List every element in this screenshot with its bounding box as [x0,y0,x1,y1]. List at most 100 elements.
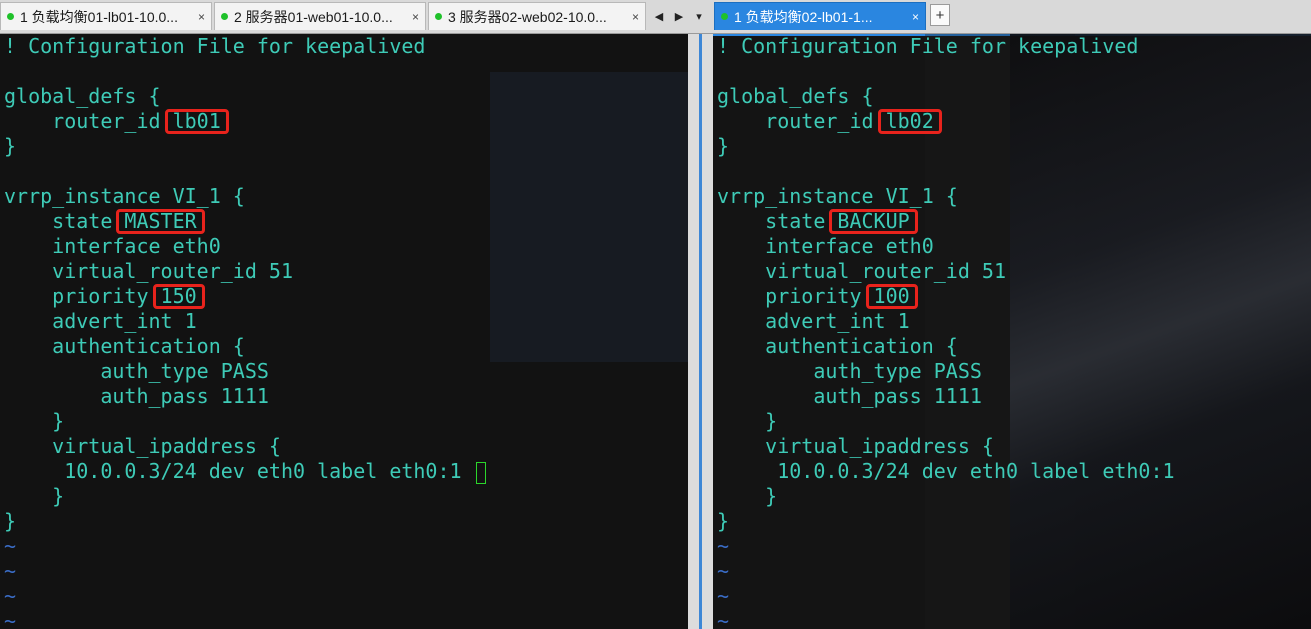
text-cursor [475,461,486,484]
line-text: virtual_ipaddress { [4,434,281,458]
line-text: } [4,134,17,158]
terminal-line: 10.0.0.3/24 dev eth0 label eth0:1 [4,459,486,484]
line-text: auth_type PASS [717,359,982,383]
status-dot [7,13,14,20]
line-text: state [4,209,125,233]
terminal-line: authentication { [717,334,1175,359]
line-text: vrrp_instance VI_1 { [4,184,245,208]
empty-line-marker: ~ [4,534,17,558]
line-text: } [717,134,730,158]
terminal-line: priority 150 [4,284,486,309]
line-text: global_defs { [717,84,874,108]
empty-line-marker: ~ [4,609,17,629]
line-text: } [4,484,65,508]
empty-line-marker: ~ [4,584,17,608]
terminal-line: auth_pass 1111 [4,384,486,409]
terminal-line: interface eth0 [717,234,1175,259]
terminal-line: ! Configuration File for keepalived [717,34,1175,59]
line-text: } [717,509,730,533]
terminal-line: virtual_router_id 51 [717,259,1175,284]
highlighted-state-value: MASTER [116,209,205,234]
line-text: virtual_router_id 51 [4,259,293,283]
status-dot [435,13,442,20]
line-text: interface eth0 [717,234,934,258]
terminal-line: global_defs { [717,84,1175,109]
empty-line-marker: ~ [717,609,730,629]
tab-bar: 1 负载均衡01-lb01-10.0... × 2 服务器01-web01-10… [0,0,1311,34]
next-tab-icon[interactable]: ▶ [670,4,688,28]
terminal-pane-right[interactable]: ! Configuration File for keepalived globa… [713,34,1311,629]
line-text: auth_type PASS [4,359,269,383]
close-icon[interactable]: × [406,10,419,24]
line-text: auth_pass 1111 [4,384,269,408]
terminal-line: } [717,134,1175,159]
line-text: state [717,209,838,233]
terminal-line: state BACKUP [717,209,1175,234]
line-text: interface eth0 [4,234,221,258]
terminal-line: } [4,484,486,509]
terminal-line: advert_int 1 [4,309,486,334]
close-icon[interactable]: × [626,10,639,24]
empty-line-marker: ~ [717,559,730,583]
terminal-line: state MASTER [4,209,486,234]
terminal-line: } [717,509,1175,534]
add-tab-icon[interactable]: + [930,4,950,26]
line-text: } [717,409,778,433]
terminal-line: 10.0.0.3/24 dev eth0 label eth0:1 [717,459,1175,484]
terminal-line: interface eth0 [4,234,486,259]
tab-lb01[interactable]: 1 负载均衡01-lb01-10.0... × [0,2,212,30]
line-text: 10.0.0.3/24 dev eth0 label eth0:1 [717,459,1175,483]
terminal-line: auth_type PASS [4,359,486,384]
terminal-line: priority 100 [717,284,1175,309]
line-text: 10.0.0.3/24 dev eth0 label eth0:1 [4,459,462,483]
status-dot [221,13,228,20]
line-text: advert_int 1 [4,309,197,333]
terminal-line: auth_pass 1111 [717,384,1175,409]
highlighted-state-value: BACKUP [829,209,918,234]
empty-line-marker: ~ [717,534,730,558]
close-icon[interactable]: × [192,10,205,24]
terminal-pane-left[interactable]: ! Configuration File for keepalived globa… [0,34,688,629]
tab-lb02[interactable]: 1 负载均衡02-lb01-1... × [714,2,926,30]
terminal-line: virtual_ipaddress { [717,434,1175,459]
tab-navigation: ◀ ▶ ▾ [650,4,708,28]
tab-label: 2 服务器01-web01-10.0... [234,8,393,25]
line-text: } [4,409,65,433]
empty-line-marker: ~ [4,559,17,583]
terminal-line: ~ [4,584,486,609]
terminal-line: vrrp_instance VI_1 { [717,184,1175,209]
terminal-line: auth_type PASS [717,359,1175,384]
line-text: virtual_ipaddress { [717,434,994,458]
line-text: priority [4,284,161,308]
line-text: virtual_router_id 51 [717,259,1006,283]
tab-web02[interactable]: 3 服务器02-web02-10.0... × [428,2,646,30]
highlighted-priority-value: 100 [865,284,918,309]
line-text: auth_pass 1111 [717,384,982,408]
terminal-line: ~ [4,609,486,629]
highlighted-router-id-value: lb01 [164,109,229,134]
tab-label: 1 负载均衡01-lb01-10.0... [20,8,178,25]
tab-menu-icon[interactable]: ▾ [690,4,708,28]
terminal-line: ~ [717,584,1175,609]
line-text: authentication { [4,334,245,358]
terminal-line: ~ [4,534,486,559]
status-dot [721,13,728,20]
tab-web01[interactable]: 2 服务器01-web01-10.0... × [214,2,426,30]
prev-tab-icon[interactable]: ◀ [650,4,668,28]
empty-line-marker: ~ [717,584,730,608]
terminal-line: } [4,134,486,159]
close-icon[interactable]: × [906,10,919,24]
highlighted-priority-value: 150 [152,284,205,309]
terminal-line: virtual_ipaddress { [4,434,486,459]
terminal-line: virtual_router_id 51 [4,259,486,284]
terminal-line: router_id lb02 [717,109,1175,134]
terminal-text-left: ! Configuration File for keepalived globa… [4,34,486,629]
line-text: ! Configuration File for keepalived [4,34,426,58]
pane-divider[interactable] [688,34,713,629]
terminal-line: ! Configuration File for keepalived [4,34,486,59]
terminal-line: ~ [717,559,1175,584]
